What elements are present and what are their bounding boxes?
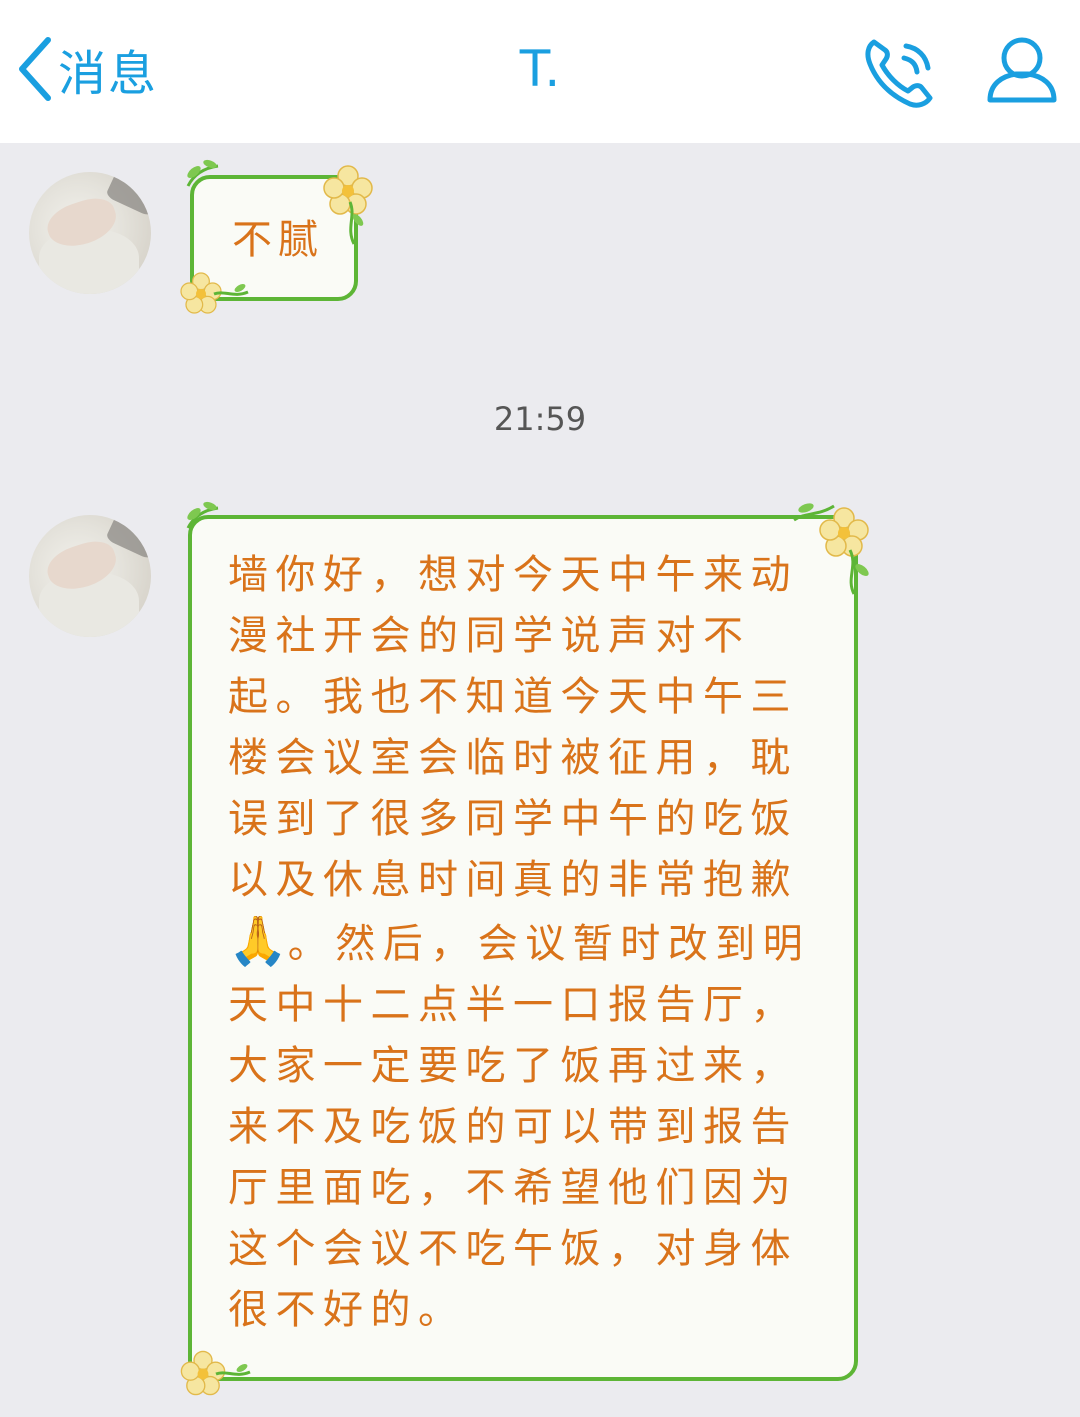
vine-decoration xyxy=(348,201,364,245)
contact-icon xyxy=(987,37,1057,103)
vine-decoration xyxy=(213,284,249,296)
vine-decoration xyxy=(186,159,219,187)
pray-emoji: 🙏 xyxy=(228,913,288,969)
nav-header: 消息 T. xyxy=(0,0,1080,143)
phone-icon xyxy=(865,39,933,108)
timestamp: 21:59 xyxy=(493,400,587,438)
avatar[interactable] xyxy=(29,172,151,294)
message-text: 不腻 xyxy=(232,217,324,263)
vine-decoration xyxy=(186,501,219,529)
message-text-part: 。然后，会议暂时改到明天中十二点半一口报告厅，大家一定要吃了饭再过来，来不及吃饭… xyxy=(228,921,811,1333)
message-bubble[interactable]: 墙你好，想对今天中午来动漫社开会的同学说声对不起。我也不知道今天中午三楼会议室会… xyxy=(188,515,858,1381)
contact-button[interactable] xyxy=(982,30,1062,110)
message-text-part: 墙你好，想对今天中午来动漫社开会的同学说声对不起。我也不知道今天中午三楼会议室会… xyxy=(228,552,798,903)
vine-decoration xyxy=(848,549,869,595)
avatar[interactable] xyxy=(29,515,151,637)
message-text: 墙你好，想对今天中午来动漫社开会的同学说声对不起。我也不知道今天中午三楼会议室会… xyxy=(228,545,818,1341)
vine-decoration xyxy=(215,1364,251,1376)
phone-button[interactable] xyxy=(860,32,940,112)
